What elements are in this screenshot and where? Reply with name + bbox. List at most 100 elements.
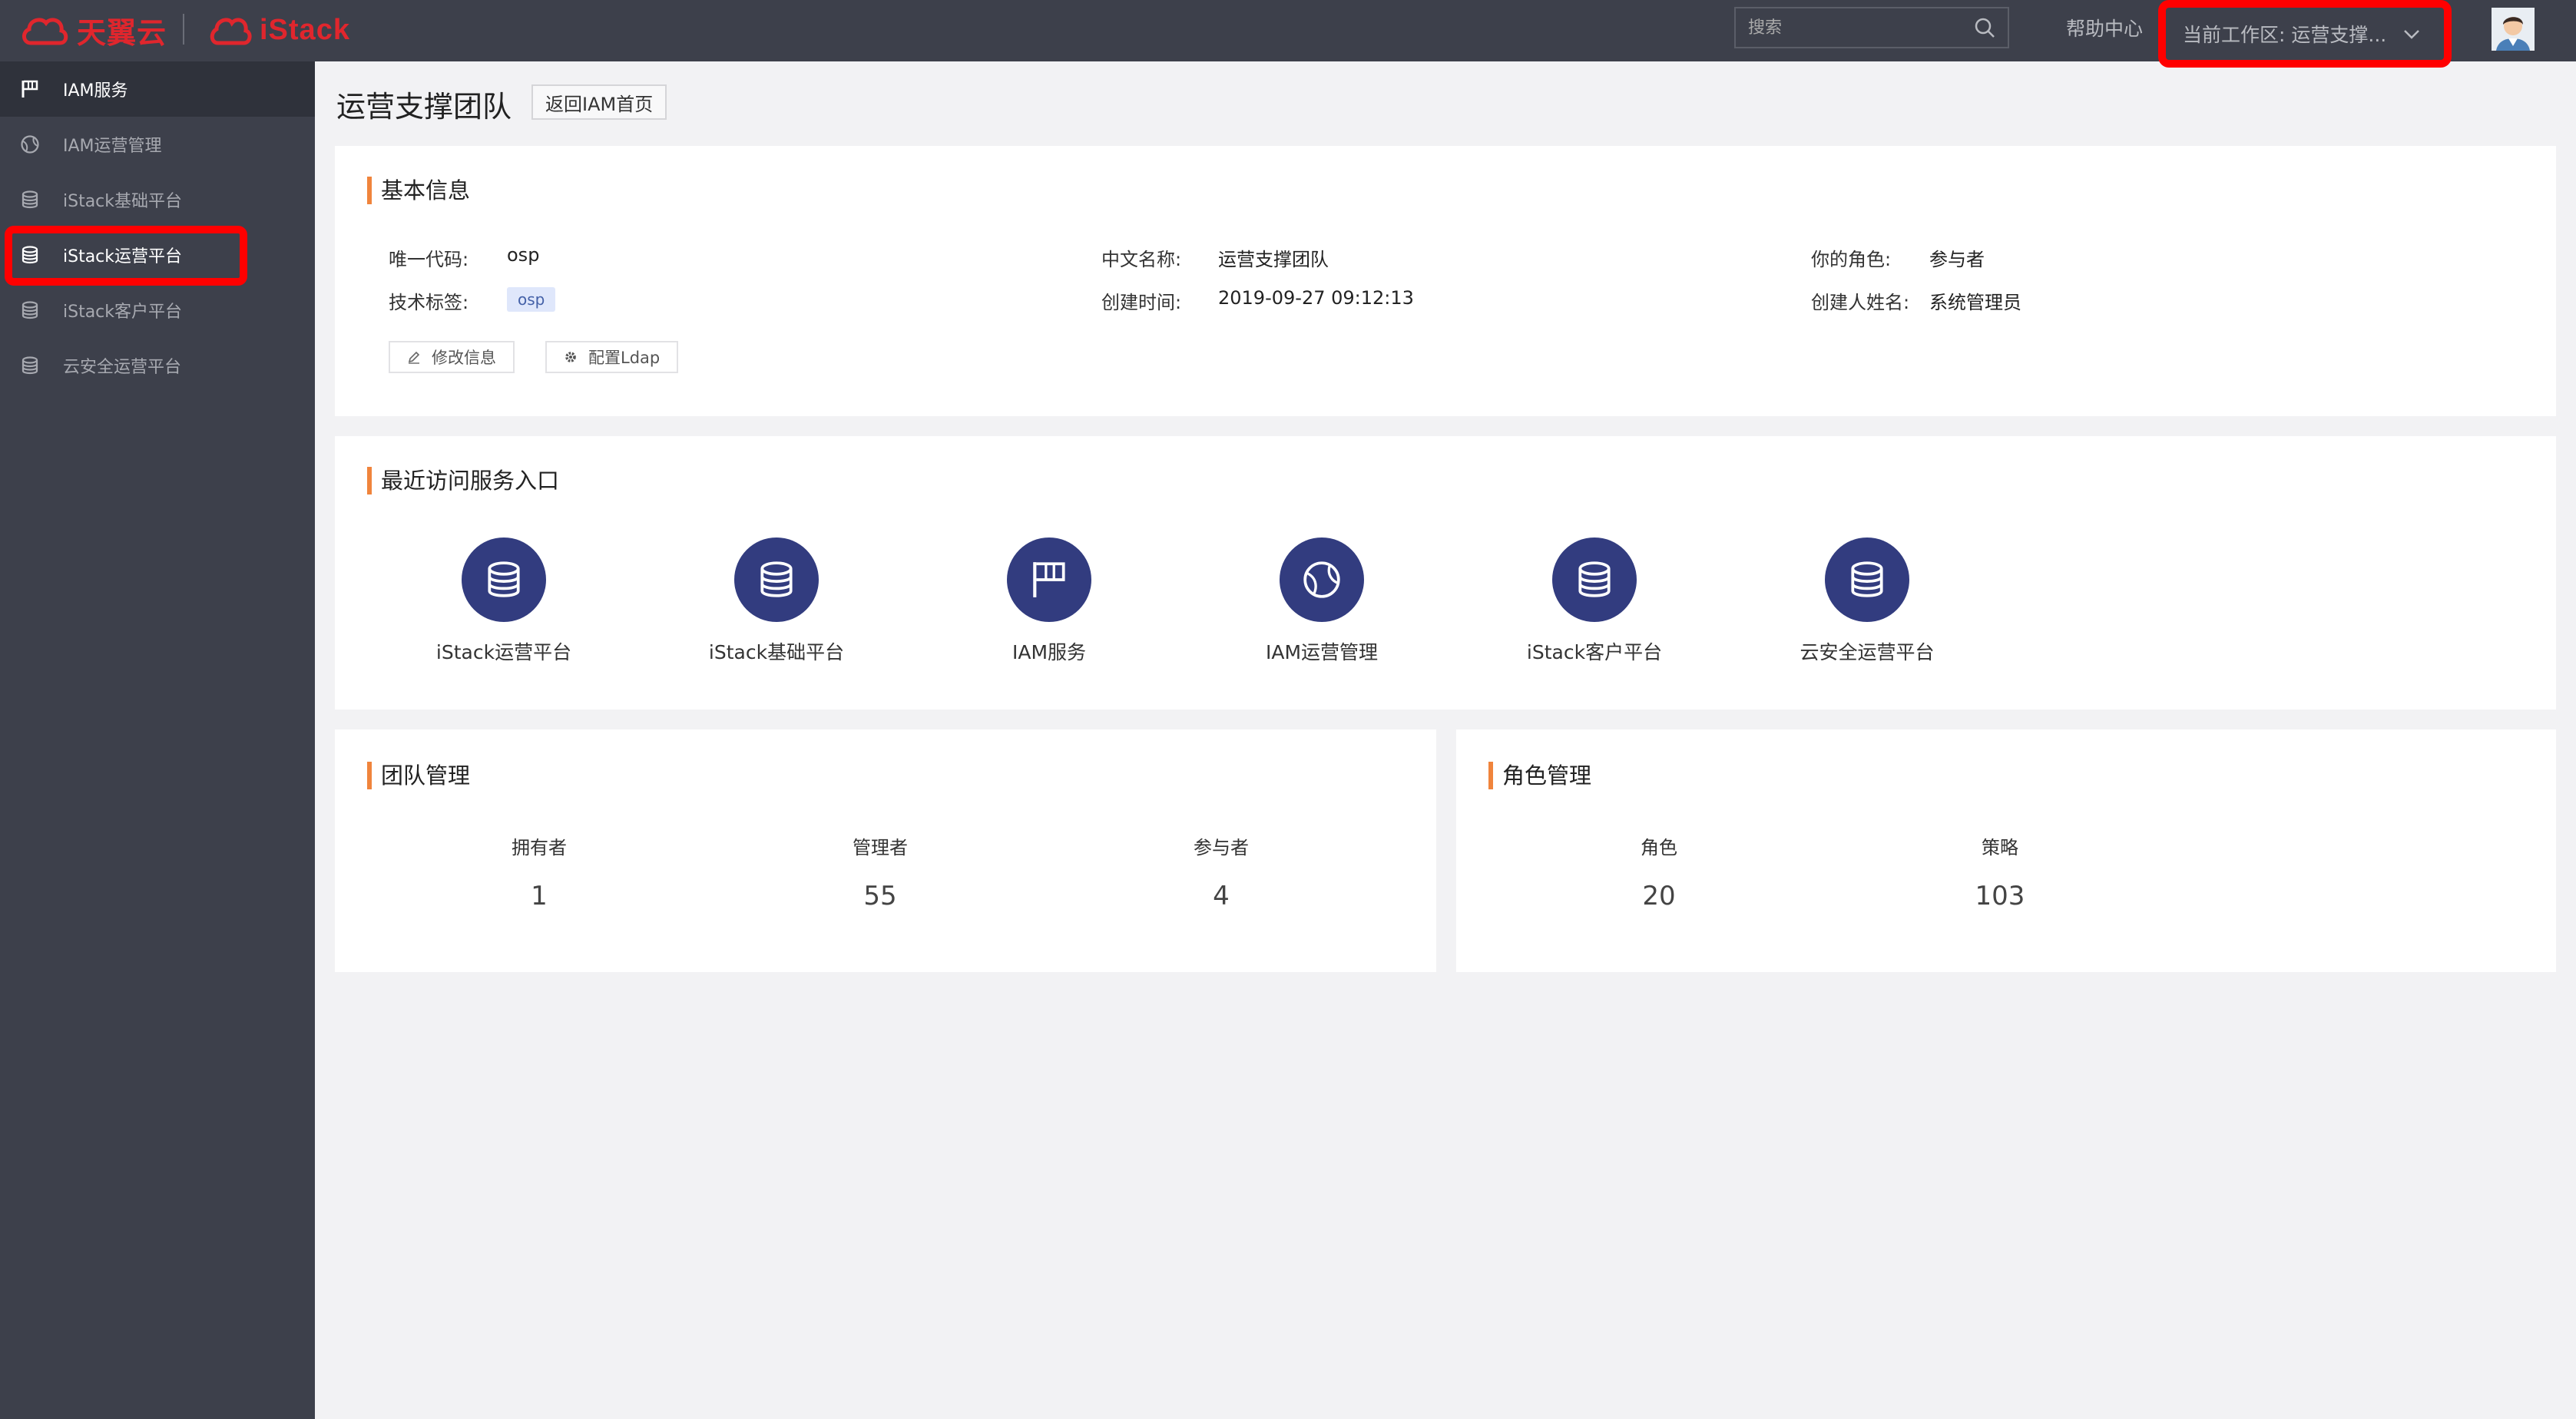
- sidebar-item-label: iStack基础平台: [63, 192, 183, 211]
- role-management-card: 角色管理 角色 20 策略 103: [1456, 729, 2556, 972]
- logo-text: iStack: [260, 13, 350, 46]
- database-icon: [22, 246, 38, 264]
- logo-text: 天翼云: [77, 17, 167, 50]
- istack-logo[interactable]: iStack: [209, 8, 350, 52]
- stat-value: 20: [1642, 881, 1676, 911]
- stat-label: 管理者: [853, 837, 908, 858]
- flag-icon: [22, 80, 38, 98]
- stat-value: 4: [1213, 881, 1230, 911]
- sidebar-item-istack-ops[interactable]: iStack运营平台: [0, 227, 315, 283]
- service-icon-circle[interactable]: [734, 538, 819, 622]
- user-avatar[interactable]: [2492, 8, 2535, 51]
- service-label: IAM运营管理: [1265, 641, 1379, 663]
- basic-info-card: 基本信息 唯一代码: osp 技术标签: osp 中文名称: 运营支撑团队 创建…: [335, 146, 2556, 416]
- sidebar-item-label: iStack客户平台: [63, 303, 183, 322]
- service-icon-circle[interactable]: [1007, 538, 1091, 622]
- flag-icon: [1033, 562, 1065, 597]
- stat-policies[interactable]: 策略 103: [1923, 832, 2077, 911]
- sidebar-item-iam-ops[interactable]: IAM运营管理: [0, 117, 315, 172]
- database-icon: [22, 301, 38, 319]
- sidebar: IAM服务 IAM运营管理 iStack基础平台 iStack运营平台 iSta…: [0, 61, 315, 1419]
- stat-managers[interactable]: 管理者 55: [803, 832, 957, 911]
- team-management-card: 团队管理 拥有者 1 管理者 55 参与者 4: [335, 729, 1436, 972]
- database-icon: [760, 561, 793, 597]
- sidebar-item-label: 云安全运营平台: [63, 358, 182, 377]
- sidebar-item-cloud-security[interactable]: 云安全运营平台: [0, 338, 315, 393]
- service-entry-cloud-security[interactable]: 云安全运营平台: [1752, 538, 1982, 665]
- avatar-icon: [2492, 8, 2535, 51]
- sidebar-item-iam-service[interactable]: IAM服务: [0, 61, 315, 117]
- stat-value: 103: [1975, 881, 2025, 911]
- workspace-dropdown[interactable]: 当前工作区: 运营支撑...: [2158, 0, 2452, 68]
- created-value: 2019-09-27 09:12:13: [1218, 287, 1414, 309]
- logo-divider: [183, 14, 184, 45]
- creator-label: 创建人姓名:: [1811, 292, 1910, 313]
- service-icon-circle[interactable]: [462, 538, 546, 622]
- top-bar: 天翼云 iStack 帮助中心 当前工作区: 运营支撑...: [0, 0, 2576, 68]
- stat-participants[interactable]: 参与者 4: [1144, 832, 1298, 911]
- ball-icon: [21, 135, 39, 154]
- cloud-logo-icon: [210, 18, 252, 45]
- sidebar-item-label: IAM运营管理: [63, 137, 162, 156]
- code-value: osp: [507, 244, 540, 266]
- database-icon: [22, 190, 38, 209]
- service-entry-istack-basic[interactable]: iStack基础平台: [661, 538, 892, 665]
- role-label: 你的角色:: [1811, 249, 1892, 270]
- service-label: 云安全运营平台: [1800, 641, 1935, 663]
- database-icon: [1851, 561, 1883, 597]
- back-to-iam-button[interactable]: 返回IAM首页: [531, 84, 667, 120]
- sidebar-item-label: iStack运营平台: [63, 247, 183, 266]
- sidebar-item-istack-basic[interactable]: iStack基础平台: [0, 172, 315, 227]
- sidebar-item-istack-customer[interactable]: iStack客户平台: [0, 283, 315, 338]
- chevron-down-icon: [2404, 30, 2419, 39]
- service-label: iStack基础平台: [708, 641, 845, 663]
- pencil-icon: [408, 351, 420, 364]
- database-icon: [1578, 561, 1611, 597]
- section-title: 基本信息: [367, 177, 470, 204]
- recent-services-card: 最近访问服务入口 iStack运营平台 iStack基础平台 IAM服务 IAM…: [335, 436, 2556, 710]
- tag-label: 技术标签:: [389, 292, 469, 313]
- service-entry-istack-customer[interactable]: iStack客户平台: [1479, 538, 1710, 665]
- workspace-label: 当前工作区: 运营支撑...: [2183, 24, 2387, 46]
- service-entry-iam-service[interactable]: IAM服务: [934, 538, 1164, 665]
- stat-label: 策略: [1982, 837, 2018, 858]
- section-title: 团队管理: [367, 762, 470, 789]
- cn-name-label: 中文名称:: [1101, 249, 1182, 270]
- role-value: 参与者: [1929, 249, 1985, 270]
- gear-icon: [565, 352, 576, 362]
- section-title: 角色管理: [1488, 762, 1591, 789]
- creator-value: 系统管理员: [1929, 292, 2021, 313]
- stat-owners[interactable]: 拥有者 1: [462, 832, 616, 911]
- search-icon[interactable]: [1974, 17, 1995, 38]
- database-icon: [488, 561, 520, 597]
- service-entry-iam-ops[interactable]: IAM运营管理: [1207, 538, 1437, 665]
- cn-name-value: 运营支撑团队: [1218, 249, 1329, 270]
- service-entry-istack-ops[interactable]: iStack运营平台: [389, 538, 619, 665]
- tianyi-logo[interactable]: 天翼云: [20, 8, 167, 52]
- search-box[interactable]: [1734, 7, 2009, 48]
- database-icon: [22, 356, 38, 375]
- page-title: 运营支撑团队: [336, 90, 512, 124]
- service-label: IAM服务: [1012, 641, 1087, 663]
- config-ldap-button[interactable]: 配置Ldap: [545, 341, 679, 373]
- stat-roles[interactable]: 角色 20: [1582, 832, 1736, 911]
- stat-label: 参与者: [1194, 837, 1249, 858]
- stat-label: 角色: [1641, 837, 1677, 858]
- config-ldap-label: 配置Ldap: [588, 349, 661, 367]
- search-input[interactable]: [1748, 18, 1963, 38]
- stat-label: 拥有者: [512, 837, 567, 858]
- created-label: 创建时间:: [1101, 292, 1182, 313]
- edit-info-button[interactable]: 修改信息: [389, 341, 515, 373]
- tech-tag: osp: [507, 287, 556, 312]
- stat-value: 55: [863, 881, 897, 911]
- service-icon-circle[interactable]: [1552, 538, 1637, 622]
- service-label: iStack客户平台: [1526, 641, 1663, 663]
- section-title: 最近访问服务入口: [367, 467, 559, 495]
- service-label: iStack运营平台: [435, 641, 572, 663]
- help-center-link[interactable]: 帮助中心: [2066, 14, 2143, 41]
- stat-value: 1: [531, 881, 548, 911]
- edit-info-label: 修改信息: [432, 349, 496, 367]
- service-icon-circle[interactable]: [1825, 538, 1909, 622]
- sidebar-item-label: IAM服务: [63, 81, 128, 101]
- service-icon-circle[interactable]: [1280, 538, 1364, 622]
